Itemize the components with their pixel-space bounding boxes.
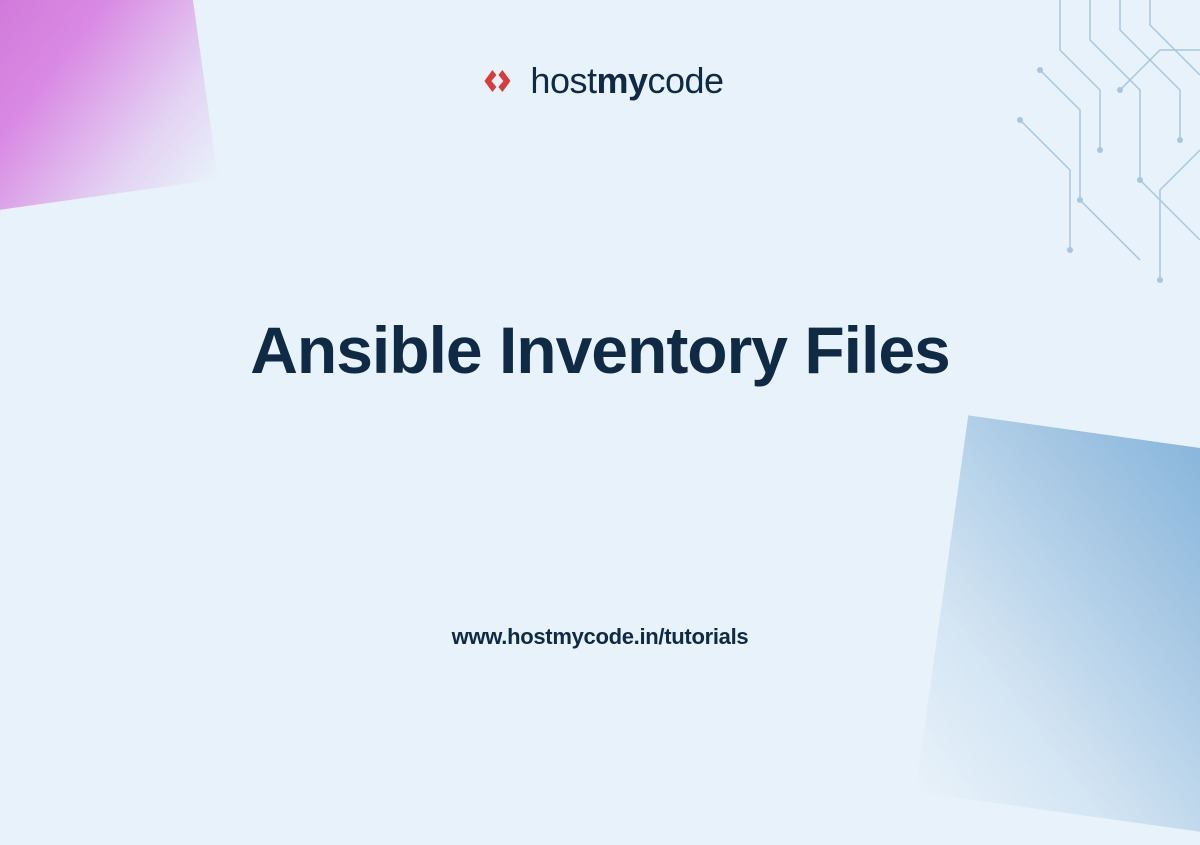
decorative-blue-corner	[915, 415, 1200, 844]
footer-url: www.hostmycode.in/tutorials	[452, 624, 749, 650]
logo-suffix: code	[648, 60, 724, 101]
logo-prefix: host	[530, 60, 596, 101]
brand-wordmark: hostmycode	[530, 60, 723, 102]
page-title: Ansible Inventory Files	[250, 312, 950, 388]
decorative-magenta-corner	[0, 0, 218, 218]
double-arrow-logo-icon	[476, 60, 518, 102]
logo-bold: my	[596, 60, 647, 101]
brand-logo: hostmycode	[476, 60, 723, 102]
decorative-circuit-lines	[980, 0, 1200, 340]
